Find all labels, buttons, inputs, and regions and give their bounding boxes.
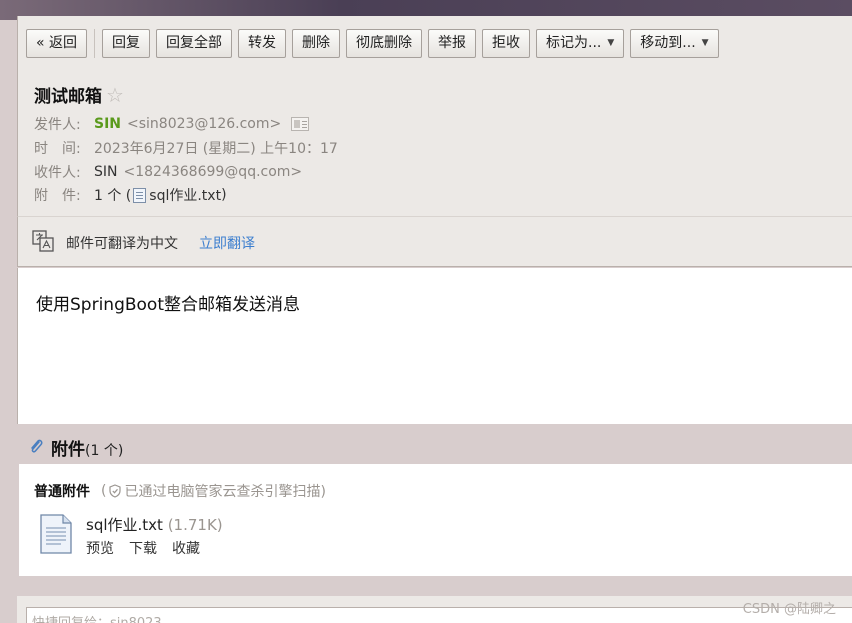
download-link[interactable]: 下载	[129, 538, 157, 558]
delete-button[interactable]: 删除	[292, 29, 341, 58]
reject-button[interactable]: 拒收	[482, 29, 531, 58]
attachments-title-text: 附件	[51, 440, 85, 460]
time-value: 2023年6月27日 (星期二) 上午10：17	[94, 141, 338, 157]
recipient-address: <1824368699@qq.com>	[123, 164, 303, 180]
attachment-label: 附 件:	[34, 188, 81, 204]
quick-reply-bar: 快捷回复给：sin8023	[17, 596, 852, 623]
attachment-paren: )	[221, 187, 227, 203]
translate-icon	[32, 230, 54, 252]
scan-note-paren: (	[101, 483, 107, 499]
mail-body-text: 使用SpringBoot整合邮箱发送消息	[36, 295, 300, 315]
recipient-name[interactable]: SIN	[94, 164, 118, 180]
favorite-link[interactable]: 收藏	[172, 538, 200, 558]
reply-all-button[interactable]: 回复全部	[156, 29, 233, 58]
move-to-dropdown[interactable]: 移动到... ▼	[630, 29, 719, 58]
sender-name[interactable]: SIN	[94, 116, 121, 132]
file-size: (1.71K)	[167, 516, 223, 534]
mail-body: 使用SpringBoot整合邮箱发送消息	[17, 268, 852, 424]
file-icon	[133, 187, 147, 203]
from-row: 发件人: SIN <sin8023@126.com>	[34, 114, 310, 134]
text-file-icon[interactable]	[39, 514, 73, 554]
preview-link[interactable]: 预览	[86, 538, 114, 558]
mail-header: 测试邮箱 ☆ 发件人: SIN <sin8023@126.com> 时 间: 2…	[17, 68, 852, 216]
attachment-row: 附 件: 1 个 ( sql作业.txt )	[34, 185, 227, 205]
attachment-file-name[interactable]: sql作业.txt (1.71K)	[86, 514, 223, 535]
attachment-actions: 预览 下载 收藏	[86, 538, 200, 558]
sender-address: <sin8023@126.com>	[127, 116, 282, 132]
toolbar-divider	[94, 29, 96, 58]
report-button[interactable]: 举报	[428, 29, 477, 58]
chevron-down-icon: ▼	[607, 38, 615, 48]
attachments-panel: 普通附件 ( 已通过电脑管家云查杀引擎扫描) sql作业.txt (1.71K)…	[19, 464, 852, 576]
time-row: 时 间: 2023年6月27日 (星期二) 上午10：17	[34, 138, 338, 158]
normal-attachments-label: 普通附件	[34, 484, 90, 500]
translate-now-link[interactable]: 立即翻译	[199, 233, 255, 253]
watermark: CSDN @陆卿之	[742, 602, 836, 617]
chevron-down-icon: ▼	[701, 38, 709, 48]
reply-button[interactable]: 回复	[102, 29, 151, 58]
star-icon[interactable]: ☆	[106, 83, 124, 107]
to-row: 收件人: SIN <1824368699@qq.com>	[34, 162, 302, 182]
scan-note-text: 已通过电脑管家云查杀引擎扫描)	[124, 484, 326, 500]
permanent-delete-button[interactable]: 彻底删除	[346, 29, 423, 58]
quick-reply-input[interactable]: 快捷回复给：sin8023	[26, 607, 852, 623]
contact-card-icon[interactable]	[291, 117, 310, 131]
back-button[interactable]: « 返回	[26, 29, 88, 58]
attachment-file-link[interactable]: sql作业.txt	[149, 185, 221, 205]
mail-toolbar: « 返回 回复 回复全部 转发 删除 彻底删除 举报 拒收 标记为... ▼ 移…	[17, 16, 852, 68]
move-to-label: 移动到...	[640, 35, 696, 51]
subject-text: 测试邮箱	[34, 87, 102, 107]
mark-as-label: 标记为...	[546, 35, 602, 51]
time-label: 时 间:	[34, 141, 81, 157]
scan-note: ( 已通过电脑管家云查杀引擎扫描)	[101, 481, 326, 501]
to-label: 收件人:	[34, 165, 81, 181]
mark-as-dropdown[interactable]: 标记为... ▼	[536, 29, 625, 58]
attachments-count: (1 个)	[85, 443, 124, 459]
attachments-title: 附件(1 个)	[51, 435, 123, 460]
forward-button[interactable]: 转发	[238, 29, 287, 58]
attachment-count: 1 个 (	[94, 188, 132, 204]
from-label: 发件人:	[34, 117, 81, 133]
paperclip-icon	[31, 439, 43, 453]
translate-hint: 邮件可翻译为中文	[66, 236, 178, 252]
translate-bar: 邮件可翻译为中文 立即翻译	[17, 216, 852, 267]
shield-icon	[109, 484, 122, 498]
mail-subject: 测试邮箱 ☆	[34, 82, 124, 108]
file-name-text: sql作业.txt	[86, 516, 163, 534]
attachments-header: 附件(1 个)	[17, 424, 852, 464]
